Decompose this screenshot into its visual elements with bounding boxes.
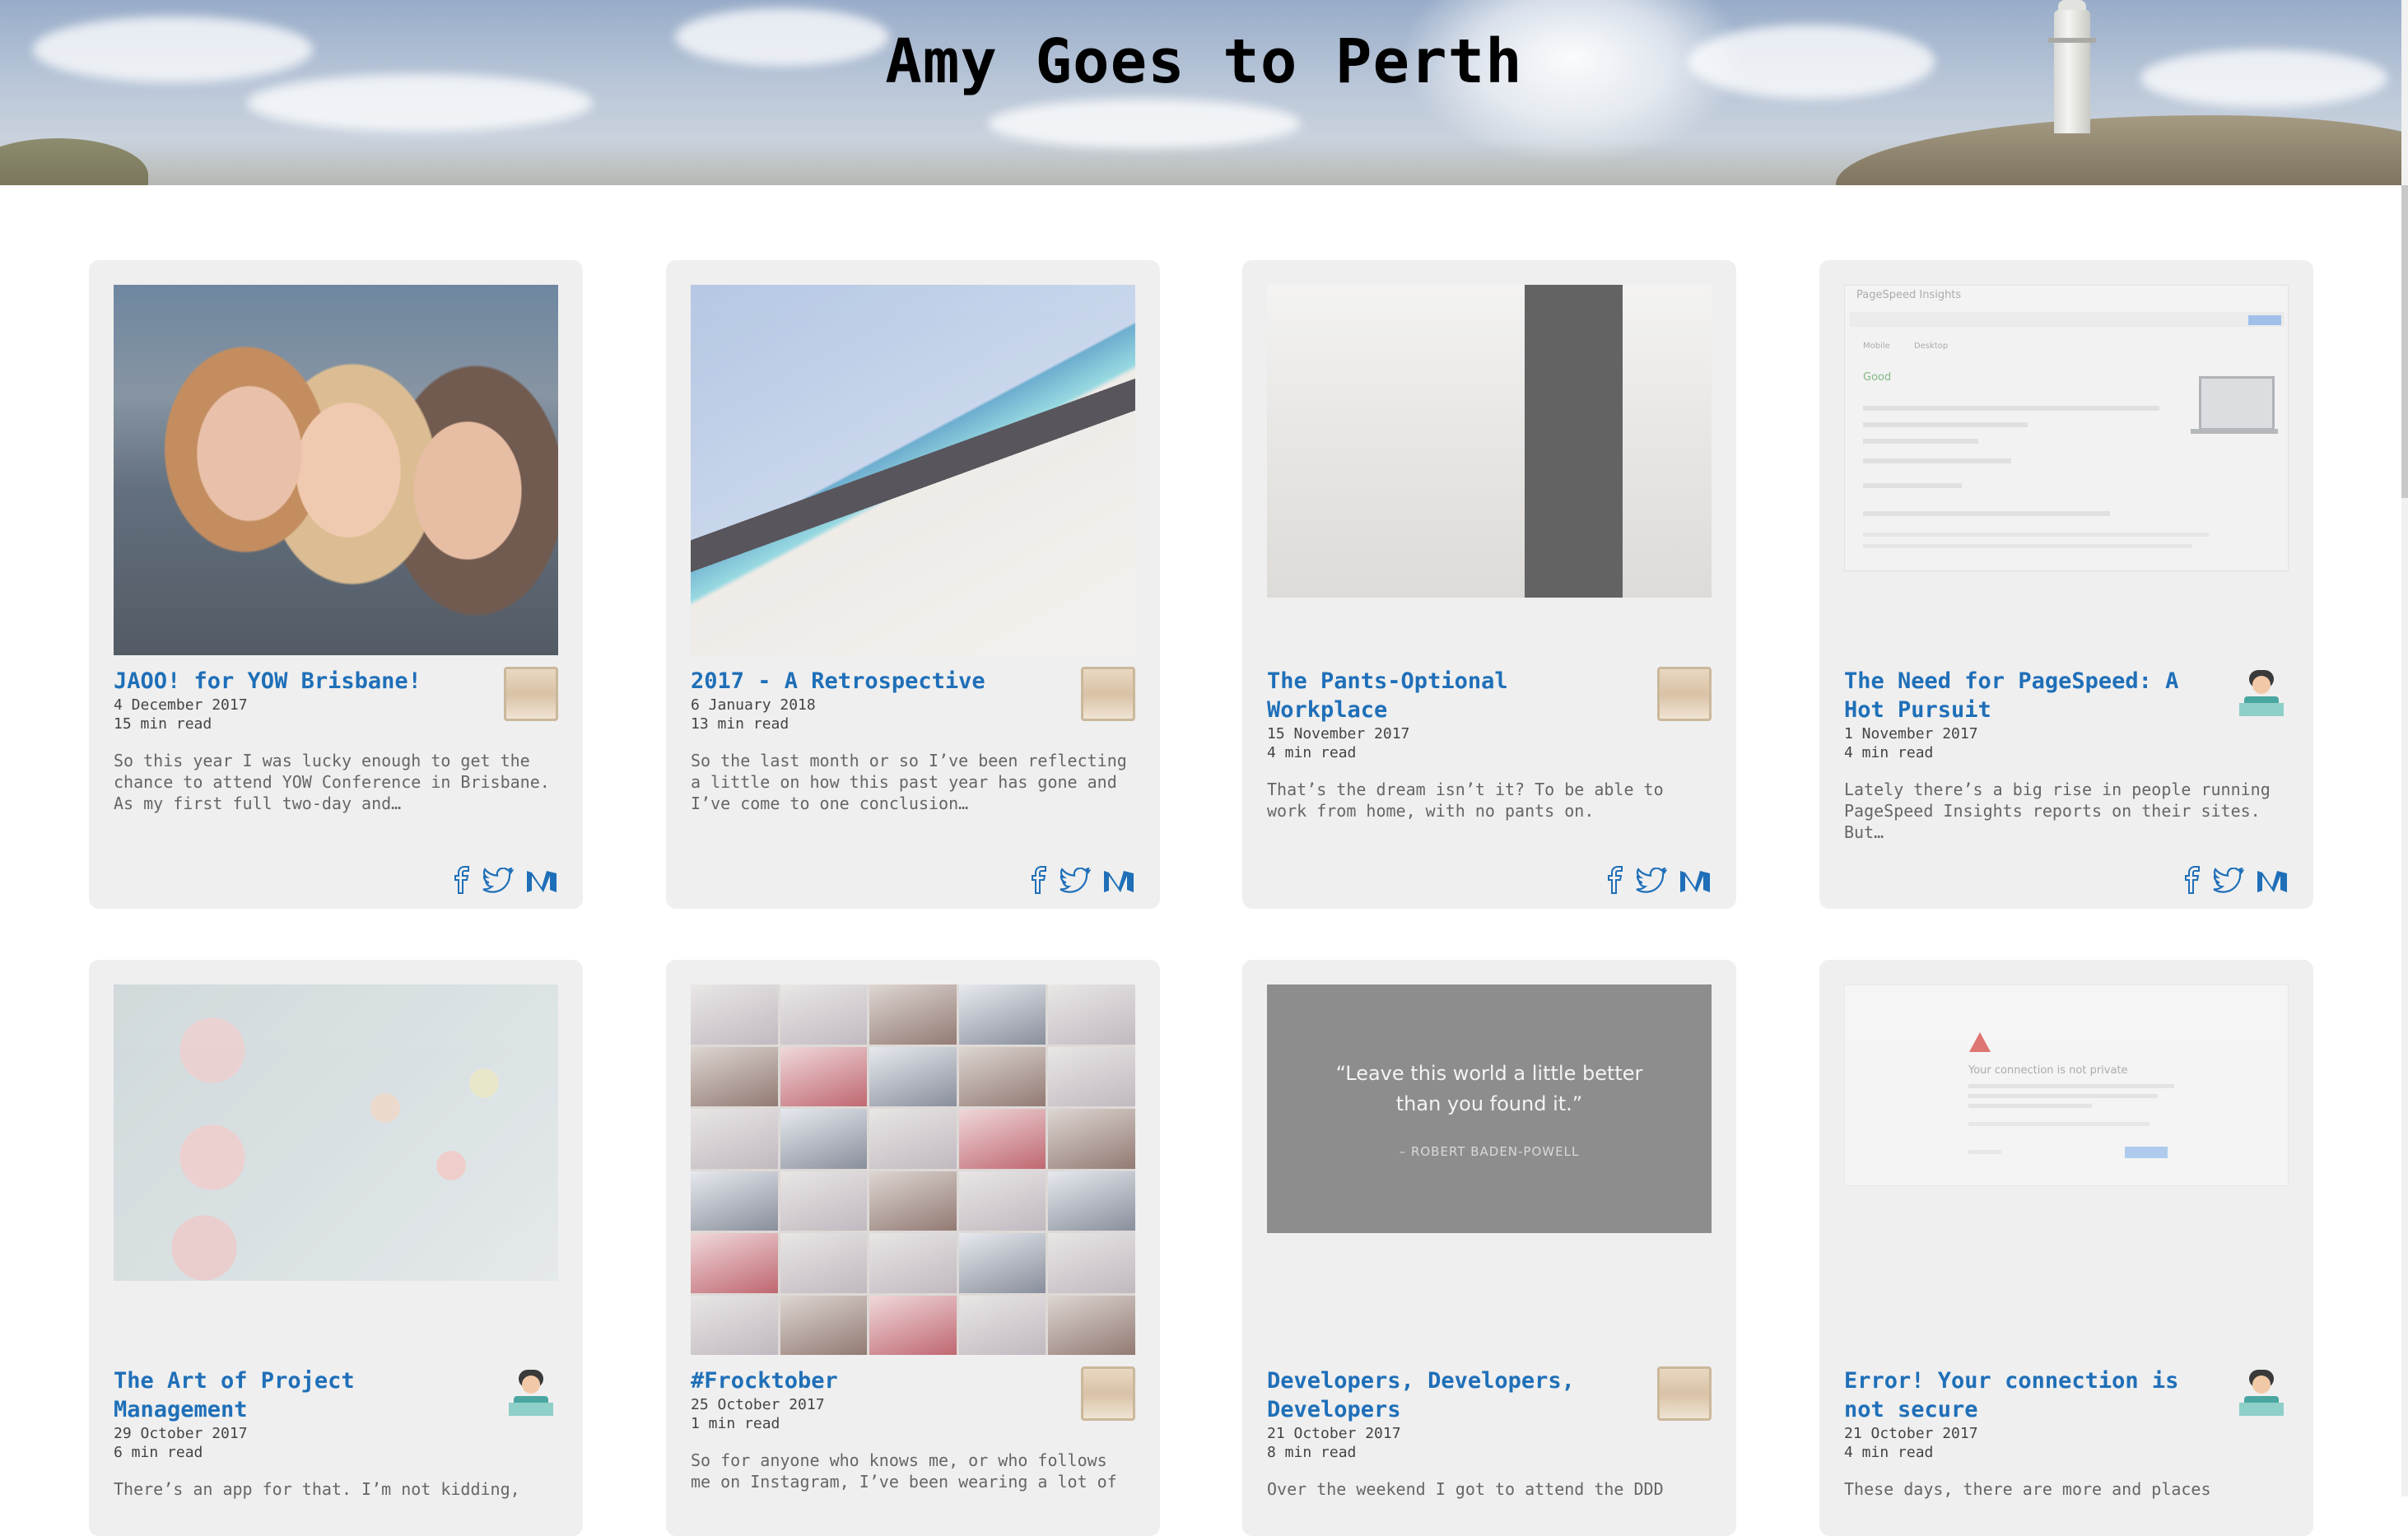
facebook-icon[interactable]	[1606, 866, 1624, 894]
post-thumbnail[interactable]: PageSpeed Insights Mobile Desktop Good	[1844, 285, 2289, 571]
post-title[interactable]: JAOO! for YOW Brisbane!	[114, 667, 476, 696]
post-read-time: 4 min read	[1844, 1444, 1934, 1461]
post-thumbnail[interactable]	[114, 984, 558, 1281]
twitter-icon[interactable]	[1060, 868, 1091, 894]
author-avatar	[1657, 667, 1712, 721]
post-thumbnail[interactable]: Your connection is not private	[1844, 984, 2289, 1186]
twitter-icon[interactable]	[2213, 868, 2244, 894]
post-title[interactable]: The Need for PageSpeed: A Hot Pursuit	[1844, 667, 2206, 724]
post-read-time: 8 min read	[1267, 1444, 1357, 1461]
author-avatar	[504, 1366, 558, 1421]
warning-icon	[1969, 1032, 1991, 1052]
post-date: 15 November 2017	[1267, 725, 1410, 742]
author-avatar	[1081, 1366, 1135, 1421]
thumb-tab-desktop: Desktop	[1914, 342, 1949, 351]
author-avatar	[1657, 1366, 1712, 1421]
author-avatar	[1081, 667, 1135, 721]
post-thumbnail[interactable]	[691, 984, 1135, 1355]
share-links	[1030, 866, 1135, 894]
post-excerpt: There’s an app for that. I’m not kidding…	[114, 1479, 520, 1499]
post-title[interactable]: The Art of Project Management	[114, 1366, 476, 1424]
thumb-tab-mobile: Mobile	[1863, 342, 1890, 351]
post-read-time: 15 min read	[114, 715, 212, 733]
post-title[interactable]: #Frocktober	[691, 1366, 1053, 1395]
post-card[interactable]: The Pants-Optional Workplace 15 November…	[1242, 260, 1736, 909]
post-read-time: 1 min read	[691, 1415, 780, 1432]
post-read-time: 4 min read	[1844, 744, 1934, 761]
scrollbar[interactable]	[2401, 0, 2408, 1496]
post-card[interactable]: Your connection is not private Error! Yo…	[1819, 960, 2313, 1536]
author-avatar	[2234, 1366, 2289, 1421]
post-date: 1 November 2017	[1844, 725, 1978, 742]
post-card[interactable]: PageSpeed Insights Mobile Desktop Good T…	[1819, 260, 2313, 909]
medium-icon[interactable]	[1102, 868, 1135, 894]
medium-icon[interactable]	[1679, 868, 1712, 894]
post-date: 29 October 2017	[114, 1425, 248, 1442]
quote-line-1: “Leave this world a little better	[1335, 1062, 1643, 1085]
post-read-time: 4 min read	[1267, 744, 1357, 761]
post-thumbnail[interactable]	[691, 285, 1135, 655]
scrollbar-thumb[interactable]	[2401, 185, 2408, 498]
post-read-time: 13 min read	[691, 715, 789, 733]
facebook-icon[interactable]	[1030, 866, 1048, 894]
header-banner: Amy Goes to Perth	[0, 0, 2408, 185]
post-thumbnail[interactable]: “Leave this world a little better than y…	[1267, 984, 1712, 1233]
post-title[interactable]: Developers, Developers, Developers	[1267, 1366, 1629, 1424]
facebook-icon[interactable]	[2183, 866, 2201, 894]
post-date: 21 October 2017	[1267, 1425, 1401, 1442]
post-excerpt: Over the weekend I got to attend the DDD	[1267, 1479, 1664, 1499]
post-thumbnail[interactable]	[114, 285, 558, 655]
post-excerpt: So this year I was lucky enough to get t…	[114, 751, 550, 813]
twitter-icon[interactable]	[1636, 868, 1667, 894]
post-excerpt: That’s the dream isn’t it? To be able to…	[1267, 780, 1664, 821]
share-links	[2183, 866, 2289, 894]
share-links	[1606, 866, 1712, 894]
medium-icon[interactable]	[525, 868, 558, 894]
post-excerpt: So for anyone who knows me, or who follo…	[691, 1450, 1117, 1492]
post-excerpt: Lately there’s a big rise in people runn…	[1844, 780, 2271, 842]
post-date: 6 January 2018	[691, 696, 816, 714]
post-thumbnail[interactable]	[1267, 285, 1712, 598]
author-avatar	[2234, 667, 2289, 721]
post-title[interactable]: The Pants-Optional Workplace	[1267, 667, 1629, 724]
post-card[interactable]: #Frocktober 25 October 2017 1 min read S…	[666, 960, 1160, 1536]
post-date: 4 December 2017	[114, 696, 248, 714]
thumb-error-message: Your connection is not private	[1968, 1064, 2128, 1077]
quote-author: – ROBERT BADEN-POWELL	[1399, 1144, 1580, 1159]
post-card[interactable]: The Art of Project Management 29 October…	[89, 960, 583, 1536]
share-links	[453, 866, 558, 894]
quote-line-2: than you found it.”	[1395, 1092, 1583, 1115]
twitter-icon[interactable]	[482, 868, 514, 894]
post-excerpt: So the last month or so I’ve been reflec…	[691, 751, 1127, 813]
post-date: 25 October 2017	[691, 1396, 825, 1413]
post-date: 21 October 2017	[1844, 1425, 1978, 1442]
thumb-good: Good	[1863, 371, 1892, 384]
post-card[interactable]: 2017 - A Retrospective 6 January 2018 13…	[666, 260, 1160, 909]
thumb-heading: PageSpeed Insights	[1856, 289, 1962, 301]
post-title[interactable]: 2017 - A Retrospective	[691, 667, 1053, 696]
post-title[interactable]: Error! Your connection is not secure	[1844, 1366, 2206, 1424]
post-excerpt: These days, there are more and places	[1844, 1479, 2211, 1499]
post-card[interactable]: JAOO! for YOW Brisbane! 4 December 2017 …	[89, 260, 583, 909]
post-read-time: 6 min read	[114, 1444, 203, 1461]
author-avatar	[504, 667, 558, 721]
post-card[interactable]: “Leave this world a little better than y…	[1242, 960, 1736, 1536]
site-title[interactable]: Amy Goes to Perth	[0, 26, 2408, 97]
facebook-icon[interactable]	[453, 866, 471, 894]
medium-icon[interactable]	[2256, 868, 2289, 894]
